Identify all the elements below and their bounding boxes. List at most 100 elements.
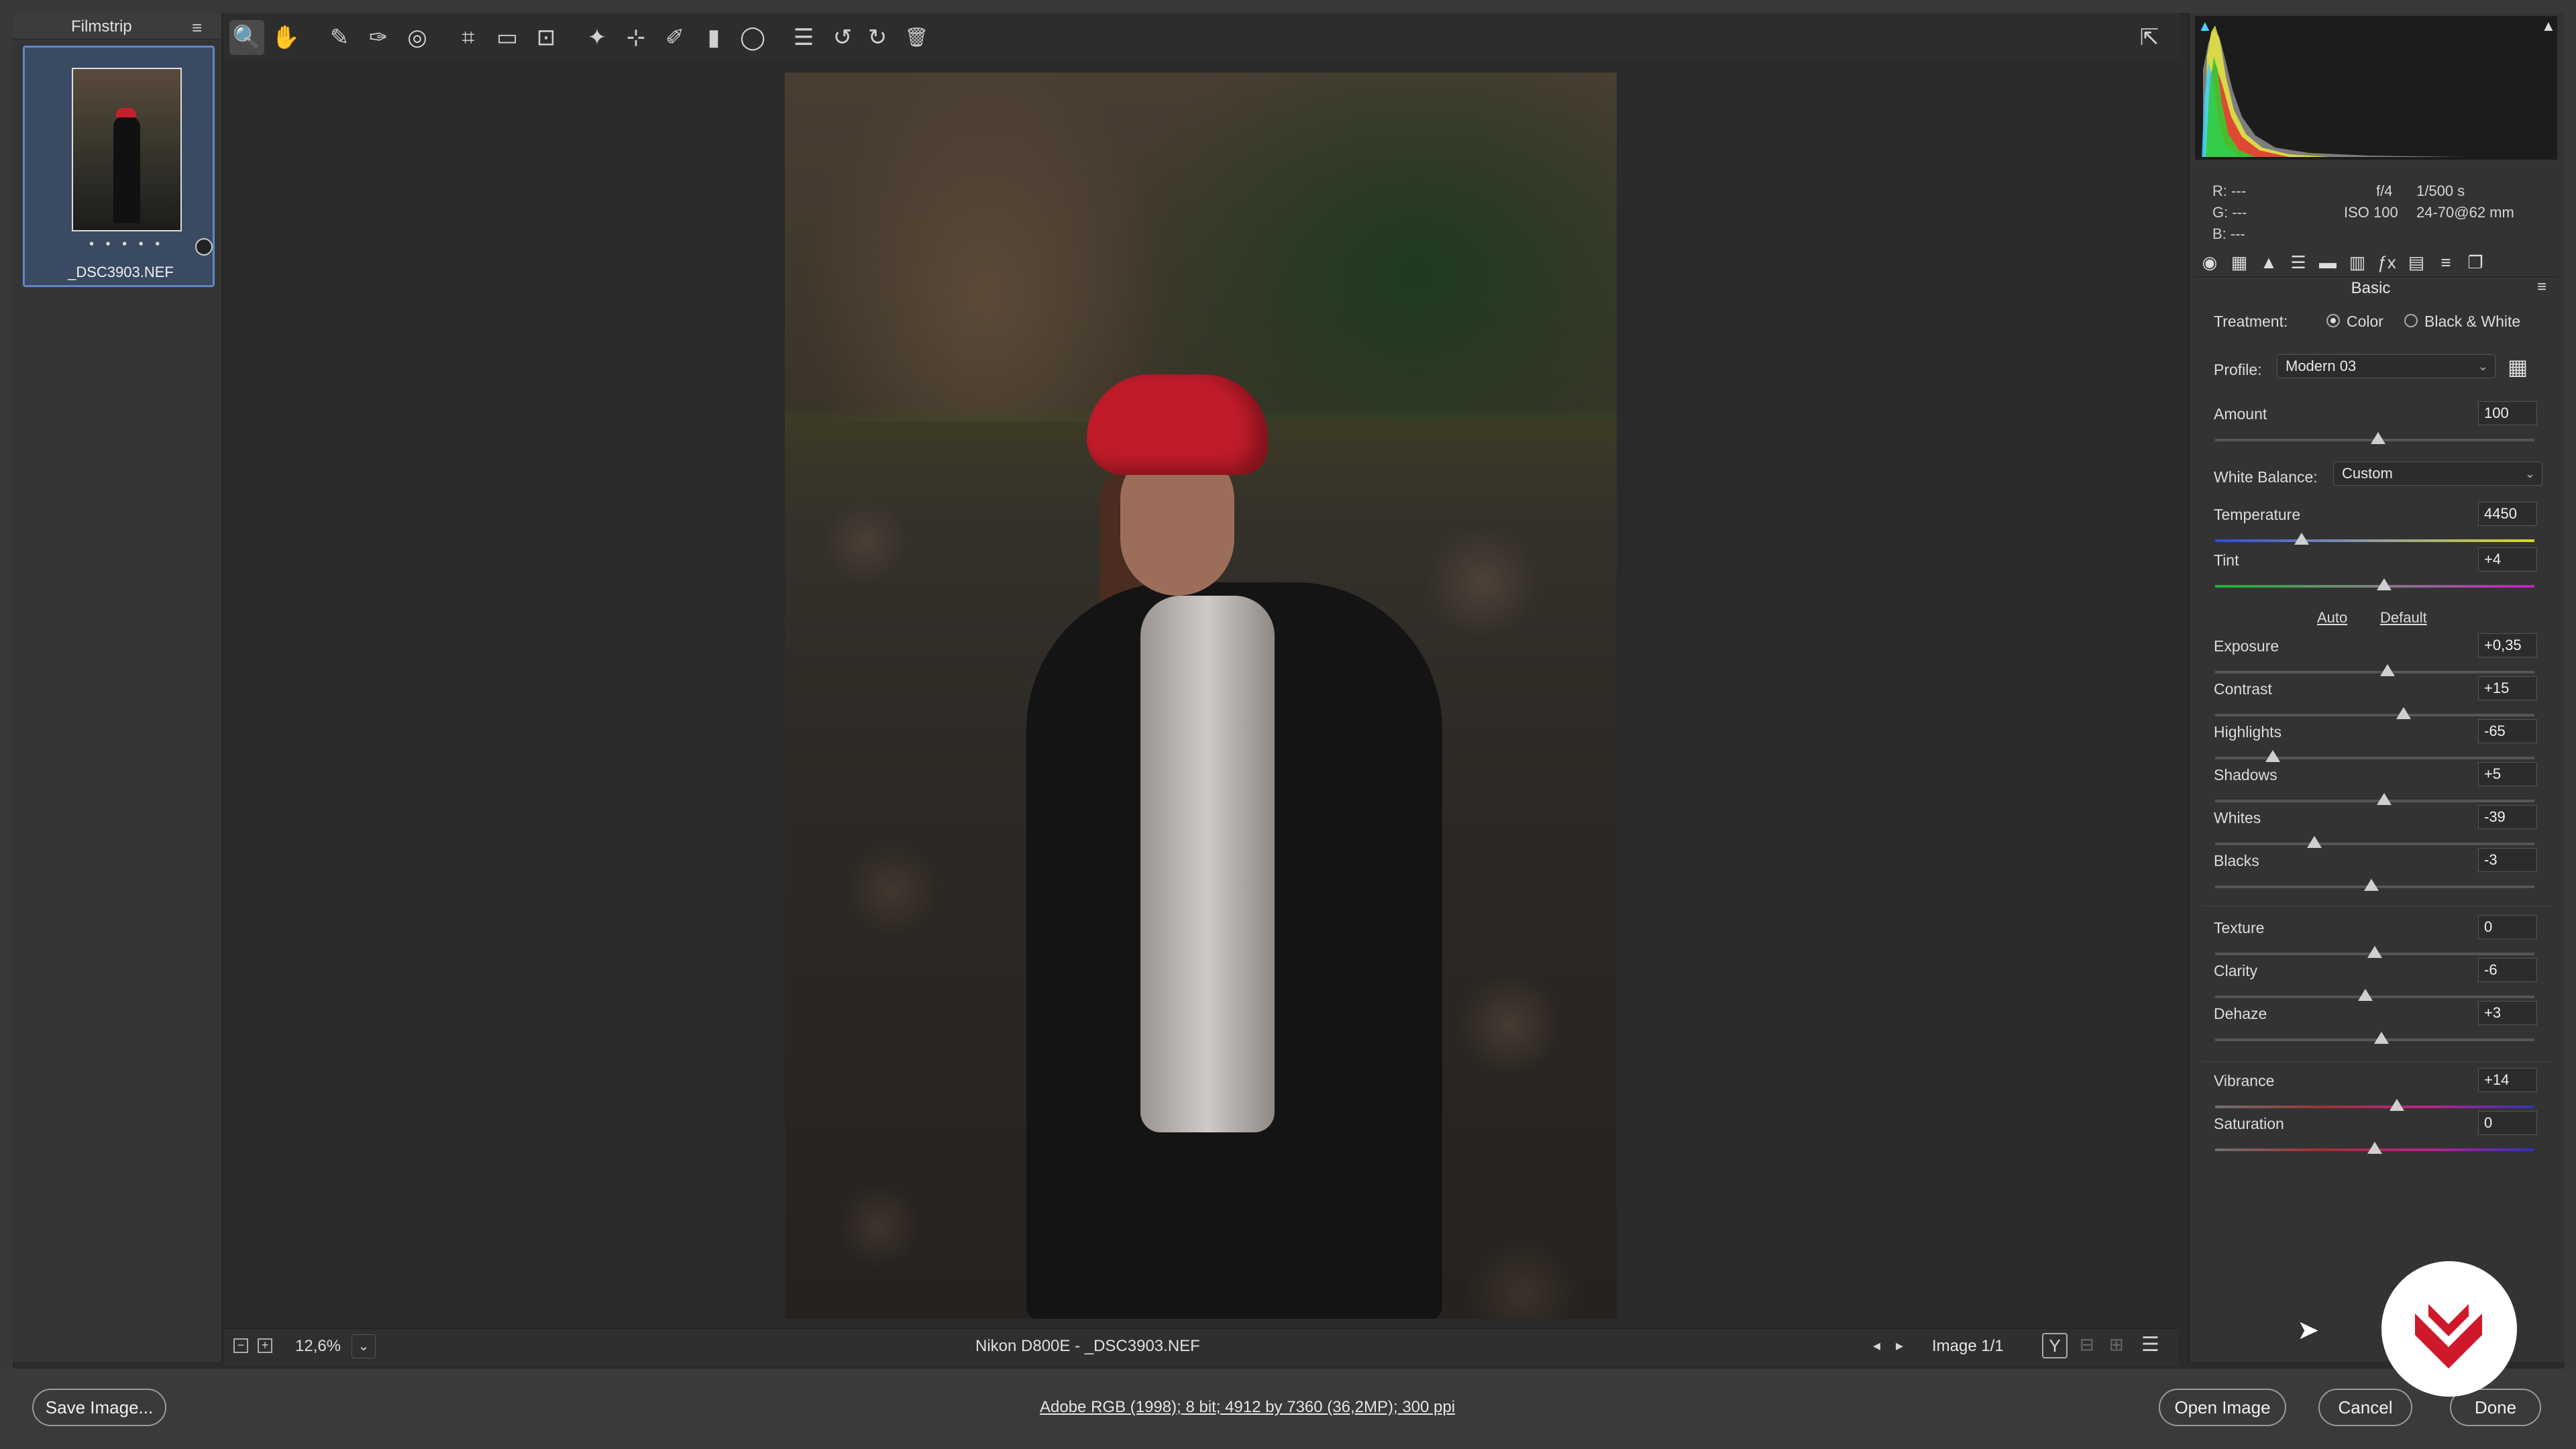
temperature-slider-thumb[interactable] bbox=[2294, 533, 2309, 545]
contrast-value-field[interactable]: +15 bbox=[2478, 676, 2537, 700]
profile-dropdown[interactable]: Modern 03 ⌄ bbox=[2277, 354, 2496, 378]
tint-value-field[interactable]: +4 bbox=[2478, 547, 2537, 572]
open-preferences-icon[interactable]: ⇱ bbox=[2132, 20, 2167, 55]
radial-filter-tool-icon[interactable]: ◯ bbox=[735, 20, 770, 55]
red-eye-tool-icon[interactable]: ⊹ bbox=[619, 20, 653, 55]
clarity-slider-track[interactable] bbox=[2215, 996, 2534, 998]
adjustment-brush-tool-icon[interactable]: ✐ bbox=[657, 20, 692, 55]
shadow-clipping-icon[interactable]: ▲ bbox=[2198, 17, 2212, 34]
blacks-label: Blacks bbox=[2214, 852, 2259, 869]
targeted-adjustment-tool-icon[interactable]: ◎ bbox=[400, 20, 435, 55]
treatment-color-radio[interactable] bbox=[2326, 314, 2340, 327]
auto-button[interactable]: Auto bbox=[2317, 609, 2347, 627]
zoom-level: 12,6% bbox=[295, 1337, 341, 1355]
filmstrip-menu-icon[interactable]: ≡ bbox=[192, 17, 202, 38]
default-button[interactable]: Default bbox=[2380, 609, 2427, 627]
tab-split-toning-icon[interactable]: ▬ bbox=[2316, 252, 2340, 272]
amount-value-field[interactable]: 100 bbox=[2478, 401, 2537, 425]
rating-dots[interactable]: • • • • • bbox=[89, 237, 164, 252]
white-balance-dropdown[interactable]: Custom ⌄ bbox=[2333, 462, 2542, 486]
presets-list-tool-icon[interactable]: ☰ bbox=[786, 20, 821, 55]
contrast-slider-track[interactable] bbox=[2215, 714, 2534, 716]
treatment-color-label[interactable]: Color bbox=[2347, 313, 2383, 331]
before-after-toggle-button[interactable]: Y bbox=[2042, 1333, 2068, 1358]
saturation-value-field[interactable]: 0 bbox=[2478, 1111, 2537, 1135]
filmstrip-thumbnail[interactable]: • • • • • _DSC3903.NEF bbox=[23, 46, 215, 287]
tint-slider-track[interactable] bbox=[2215, 585, 2534, 588]
photo-preview[interactable] bbox=[785, 72, 1617, 1319]
temperature-slider-track[interactable] bbox=[2215, 539, 2534, 542]
saturation-slider-thumb[interactable] bbox=[2367, 1142, 2382, 1154]
tab-tone-curve-icon[interactable]: ▦ bbox=[2227, 252, 2251, 272]
whites-value-field[interactable]: -39 bbox=[2478, 805, 2537, 829]
transform-tool-icon[interactable]: ⊡ bbox=[529, 20, 564, 55]
previous-image-icon[interactable]: ◂ bbox=[1873, 1337, 1880, 1354]
view-settings-icon[interactable]: ☰ bbox=[2141, 1333, 2159, 1356]
trash-tool-icon[interactable]: 🗑 bbox=[899, 20, 934, 55]
tab-snapshots-icon[interactable]: ❐ bbox=[2463, 252, 2487, 272]
tab-hsl-icon[interactable]: ☰ bbox=[2286, 252, 2310, 272]
tab-presets-icon[interactable]: ≡ bbox=[2434, 252, 2458, 272]
panel-menu-icon[interactable]: ≡ bbox=[2537, 278, 2546, 297]
saturation-label: Saturation bbox=[2214, 1115, 2284, 1132]
zoom-tool-icon[interactable]: 🔍 bbox=[229, 20, 264, 55]
texture-value-field[interactable]: 0 bbox=[2478, 915, 2537, 939]
highlight-clipping-icon[interactable]: ▲ bbox=[2541, 17, 2556, 34]
white-balance-tool-icon[interactable]: ✎ bbox=[322, 20, 357, 55]
tint-slider-thumb[interactable] bbox=[2377, 578, 2392, 590]
crop-tool-icon[interactable]: ⌗ bbox=[451, 20, 486, 55]
dehaze-slider-thumb[interactable] bbox=[2373, 1032, 2389, 1044]
rotate-right-tool-icon[interactable]: ↻ bbox=[860, 20, 895, 55]
shadows-slider-track[interactable] bbox=[2215, 800, 2534, 802]
whites-slider-thumb[interactable] bbox=[2306, 836, 2322, 848]
image-canvas[interactable] bbox=[224, 62, 2179, 1328]
temperature-label: Temperature bbox=[2214, 506, 2301, 523]
straighten-tool-icon[interactable]: ▭ bbox=[490, 20, 525, 55]
tab-calibration-icon[interactable]: ▤ bbox=[2404, 252, 2428, 272]
rotate-left-tool-icon[interactable]: ↺ bbox=[825, 20, 860, 55]
vibrance-slider-track[interactable] bbox=[2215, 1106, 2534, 1108]
zoom-out-button[interactable]: − bbox=[233, 1338, 248, 1353]
vibrance-value-field[interactable]: +14 bbox=[2478, 1068, 2537, 1092]
graduated-filter-tool-icon[interactable]: ▮ bbox=[696, 20, 731, 55]
zoom-in-button[interactable]: + bbox=[258, 1338, 272, 1353]
tab-lens-corrections-icon[interactable]: ▥ bbox=[2345, 252, 2369, 272]
amount-slider-thumb[interactable] bbox=[2370, 432, 2385, 444]
spot-removal-tool-icon[interactable]: ✦ bbox=[580, 20, 614, 55]
contrast-slider-thumb[interactable] bbox=[2396, 707, 2411, 719]
shadows-slider-thumb[interactable] bbox=[2377, 793, 2392, 805]
treatment-bw-radio[interactable] bbox=[2404, 314, 2418, 327]
highlights-slider-thumb[interactable] bbox=[2265, 750, 2280, 762]
blacks-value-field[interactable]: -3 bbox=[2478, 848, 2537, 872]
copy-settings-icon[interactable]: ⊞ bbox=[2109, 1334, 2124, 1355]
tab-basic-icon[interactable]: ◉ bbox=[2198, 252, 2222, 272]
exposure-slider-track[interactable] bbox=[2215, 671, 2534, 674]
treatment-bw-label[interactable]: Black & White bbox=[2424, 313, 2520, 331]
highlights-value-field[interactable]: -65 bbox=[2478, 719, 2537, 743]
exposure-slider-thumb[interactable] bbox=[2380, 664, 2396, 676]
next-image-icon[interactable]: ▸ bbox=[1896, 1337, 1903, 1354]
blacks-slider-thumb[interactable] bbox=[2364, 879, 2379, 891]
clarity-value-field[interactable]: -6 bbox=[2478, 958, 2537, 982]
open-image-button[interactable]: Open Image bbox=[2159, 1389, 2286, 1426]
canvas-status-bar: − + 12,6% ⌄ Nikon D800E - _DSC3903.NEF ◂… bbox=[224, 1328, 2179, 1366]
watermark-logo bbox=[2381, 1261, 2517, 1397]
tab-detail-icon[interactable]: ▲ bbox=[2257, 252, 2281, 272]
tab-effects-icon[interactable]: ƒx bbox=[2375, 252, 2399, 272]
save-image-button[interactable]: Save Image... bbox=[32, 1389, 166, 1426]
zoom-dropdown[interactable]: ⌄ bbox=[352, 1334, 376, 1358]
highlights-slider-track[interactable] bbox=[2215, 757, 2534, 759]
color-sampler-tool-icon[interactable]: ✑ bbox=[361, 20, 396, 55]
exposure-value-field[interactable]: +0,35 bbox=[2478, 633, 2537, 657]
swap-before-after-icon[interactable]: ⊟ bbox=[2080, 1334, 2094, 1355]
hand-tool-icon[interactable]: ✋ bbox=[268, 20, 303, 55]
texture-slider-thumb[interactable] bbox=[2367, 946, 2382, 958]
shadows-value-field[interactable]: +5 bbox=[2478, 762, 2537, 786]
vibrance-slider-thumb[interactable] bbox=[2390, 1099, 2405, 1111]
temperature-value-field[interactable]: 4450 bbox=[2478, 502, 2537, 526]
clarity-slider-thumb[interactable] bbox=[2357, 989, 2373, 1001]
whites-slider-track[interactable] bbox=[2215, 843, 2534, 845]
workflow-options-link[interactable]: Adobe RGB (1998); 8 bit; 4912 by 7360 (3… bbox=[1040, 1398, 1455, 1417]
profile-browser-icon[interactable]: ▦ bbox=[2508, 354, 2528, 380]
dehaze-value-field[interactable]: +3 bbox=[2478, 1001, 2537, 1025]
